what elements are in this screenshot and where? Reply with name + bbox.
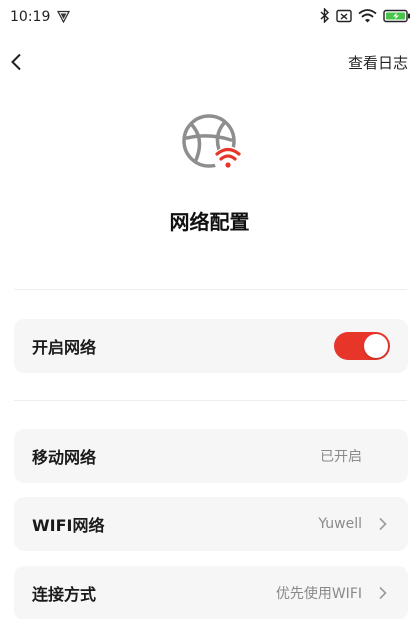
divider	[14, 400, 407, 401]
chevron-left-icon	[11, 53, 21, 71]
chevron-right-icon	[379, 517, 387, 531]
network-toggle-label: 开启网络	[32, 338, 97, 357]
vpn-shield-icon	[57, 10, 70, 23]
mobile-network-row[interactable]: 移动网络 已开启	[14, 429, 408, 483]
wifi-network-value: Yuwell	[318, 516, 362, 532]
status-bar: 10:19	[0, 0, 419, 36]
network-toggle-row: 开启网络	[14, 319, 408, 373]
divider	[14, 289, 407, 290]
nfc-icon	[336, 9, 352, 22]
mobile-network-label: 移动网络	[32, 448, 97, 467]
view-log-link[interactable]: 查看日志	[348, 52, 408, 73]
wifi-icon	[358, 8, 377, 22]
wifi-network-row[interactable]: WIFI网络 Yuwell	[14, 497, 408, 551]
status-time: 10:19	[10, 9, 51, 25]
toggle-knob	[364, 334, 388, 358]
wifi-network-label: WIFI网络	[32, 516, 105, 535]
page-title: 网络配置	[169, 210, 250, 234]
mobile-network-status: 已开启	[320, 449, 362, 465]
battery-charging-icon	[383, 9, 410, 22]
status-icons	[320, 8, 411, 23]
bluetooth-icon	[320, 8, 330, 23]
globe-wifi-icon	[182, 114, 242, 174]
nav-bar: 查看日志	[0, 44, 419, 80]
network-toggle-switch[interactable]	[334, 332, 390, 360]
back-button[interactable]	[4, 50, 28, 74]
connection-mode-label: 连接方式	[32, 585, 97, 604]
connection-mode-row[interactable]: 连接方式 优先使用WIFI	[14, 566, 408, 619]
chevron-right-icon	[379, 586, 387, 600]
connection-mode-value: 优先使用WIFI	[275, 586, 362, 602]
